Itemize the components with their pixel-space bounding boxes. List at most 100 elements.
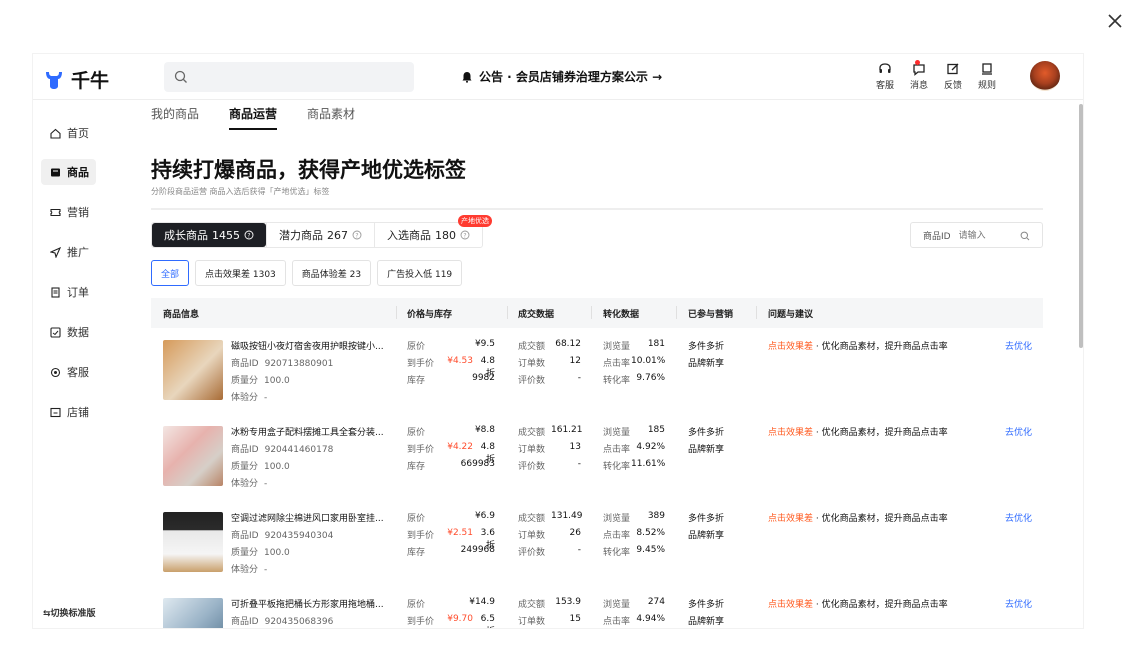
product-thumbnail[interactable] (163, 598, 223, 628)
marketing-tag: 品牌新享 (688, 531, 725, 541)
sidebar-item-store[interactable]: 店铺 (41, 399, 96, 425)
tool-label: 规则 (977, 81, 996, 91)
issue-suggestion: 点击效果差 · 优化商品素材，提升商品点击率 (768, 600, 948, 610)
filter-low-ads[interactable]: 广告投入低 119 (377, 260, 463, 286)
avatar[interactable] (1030, 61, 1060, 91)
headset-icon (879, 63, 891, 73)
gmv: 161.21 (551, 425, 583, 435)
sidebar-item-home[interactable]: 首页 (41, 120, 96, 146)
cell-label: 浏览量 (603, 514, 631, 524)
cell-label: 点击率 (603, 359, 631, 369)
ctr: 10.01% (631, 356, 666, 366)
filter-poor-experience[interactable]: 商品体验差 23 (291, 260, 372, 286)
tab-growth-products[interactable]: 成长商品 1455 ? (152, 223, 266, 247)
views: 274 (647, 597, 665, 607)
optimize-link[interactable]: 去优化 (1005, 511, 1032, 524)
col-separator (676, 306, 677, 319)
bell-icon (462, 71, 472, 83)
cvr: 9.45% (636, 545, 665, 555)
sidebar-item-product[interactable]: 商品 (41, 159, 96, 185)
announcement[interactable]: 公告 · 会员店铺券治理方案公示 → (461, 68, 662, 85)
close-icon[interactable] (1104, 10, 1126, 32)
reviews: - (577, 373, 581, 383)
cell-label: 评价数 (518, 376, 546, 386)
col-header: 已参与营销 (688, 310, 734, 320)
product-thumbnail[interactable] (163, 426, 223, 486)
switch-standard-version[interactable]: ⇆切换标准版 (43, 606, 96, 619)
product-id-search[interactable]: 商品ID (910, 222, 1043, 248)
sidebar-item-orders[interactable]: 订单 (41, 279, 96, 305)
tab-product-material[interactable]: 商品素材 (307, 105, 355, 130)
quality-line: 质量分 100.0 (231, 462, 290, 472)
tab-product-operation[interactable]: 商品运营 (229, 105, 278, 130)
product-thumbnail[interactable] (163, 340, 223, 400)
ctr: 4.92% (636, 442, 665, 452)
filter-poor-click[interactable]: 点击效果差 1303 (195, 260, 286, 286)
optimize-link[interactable]: 去优化 (1005, 425, 1032, 438)
issue-suggestion: 点击效果差 · 优化商品素材，提升商品点击率 (768, 342, 948, 352)
product-name[interactable]: 冰粉专用盒子配料摆摊工具全套分装... (231, 425, 384, 438)
col-header: 问题与建议 (768, 310, 814, 320)
search-input[interactable] (194, 67, 404, 87)
issue-suggestion: 点击效果差 · 优化商品素材，提升商品点击率 (768, 428, 948, 438)
orders: 13 (569, 442, 581, 452)
sub-tabs: 我的商品 商品运营 商品素材 (151, 105, 355, 130)
views: 185 (647, 425, 665, 435)
sidebar: 首页 商品 营销 推广 订单 数据 客服 店铺 ⇆切换标准版 (33, 100, 109, 628)
gmv: 153.9 (555, 597, 581, 607)
vertical-scrollbar[interactable] (1079, 104, 1083, 348)
ticket-icon (50, 208, 61, 216)
col-separator (756, 306, 757, 319)
seg-count: 267 (327, 228, 348, 242)
cell-label: 转化率 (603, 548, 631, 558)
rules-button[interactable]: 规则 (977, 62, 997, 91)
cell-label: 原价 (407, 428, 426, 438)
seg-count: 1455 (212, 228, 240, 242)
cell-label: 订单数 (518, 445, 546, 455)
product-name[interactable]: 可折叠平板拖把桶长方形家用拖地桶... (231, 597, 384, 610)
product-name[interactable]: 磁吸按钮小夜灯宿舍夜用护眼按键小... (231, 339, 384, 352)
seg-label: 入选商品 (387, 229, 431, 242)
experience-line: 体验分 - (231, 479, 268, 489)
sidebar-item-marketing[interactable]: 营销 (41, 199, 96, 225)
messages-button[interactable]: 消息 (909, 60, 929, 91)
cell-label: 库存 (407, 548, 426, 558)
optimize-link[interactable]: 去优化 (1005, 339, 1032, 352)
col-header: 商品信息 (163, 310, 200, 320)
views: 181 (647, 339, 665, 349)
logo[interactable]: 千牛 (43, 66, 109, 93)
tab-selected-products[interactable]: 入选商品 180 ? 产地优选 (374, 215, 492, 247)
orig-price: ¥6.9 (474, 511, 495, 521)
feedback-button[interactable]: 反馈 (943, 62, 963, 91)
ctr: 8.52% (636, 528, 665, 538)
tab-potential-products[interactable]: 潜力商品 267 ? (266, 223, 374, 247)
cell-label: 订单数 (518, 617, 546, 627)
optimize-link[interactable]: 去优化 (1005, 597, 1032, 610)
sidebar-item-label: 首页 (67, 127, 89, 140)
product-id-input[interactable] (958, 230, 1009, 240)
sidebar-item-promotion[interactable]: 推广 (41, 239, 96, 265)
global-search[interactable] (164, 62, 414, 92)
sidebar-item-service[interactable]: 客服 (41, 359, 96, 385)
product-thumbnail[interactable] (163, 512, 223, 572)
hand-price: ¥4.53 (447, 356, 473, 366)
product-name[interactable]: 空调过滤网除尘棉进风口家用卧室挂... (231, 511, 384, 524)
cell-label: 原价 (407, 600, 426, 610)
sidebar-item-data[interactable]: 数据 (41, 319, 96, 345)
tab-my-products[interactable]: 我的商品 (151, 105, 199, 130)
gmv: 68.12 (555, 339, 581, 349)
cell-label: 库存 (407, 376, 426, 386)
orders: 12 (569, 356, 581, 366)
tool-label: 客服 (875, 81, 894, 91)
stock: 669983 (460, 459, 495, 469)
sidebar-item-label: 推广 (67, 246, 89, 259)
page-subtitle: 分阶段商品运营 商品入选后获得「产地优选」标签 (151, 187, 330, 196)
search-icon[interactable] (1020, 231, 1030, 241)
gmv: 131.49 (551, 511, 583, 521)
marketing-tag: 多件多折 (688, 600, 725, 610)
ctr: 4.94% (636, 614, 665, 624)
filter-all[interactable]: 全部 (151, 260, 190, 286)
views: 389 (647, 511, 665, 521)
table-header: 商品信息 价格与库存 成交数据 转化数据 已参与营销 问题与建议 (151, 298, 1043, 328)
customer-service-button[interactable]: 客服 (875, 62, 895, 91)
